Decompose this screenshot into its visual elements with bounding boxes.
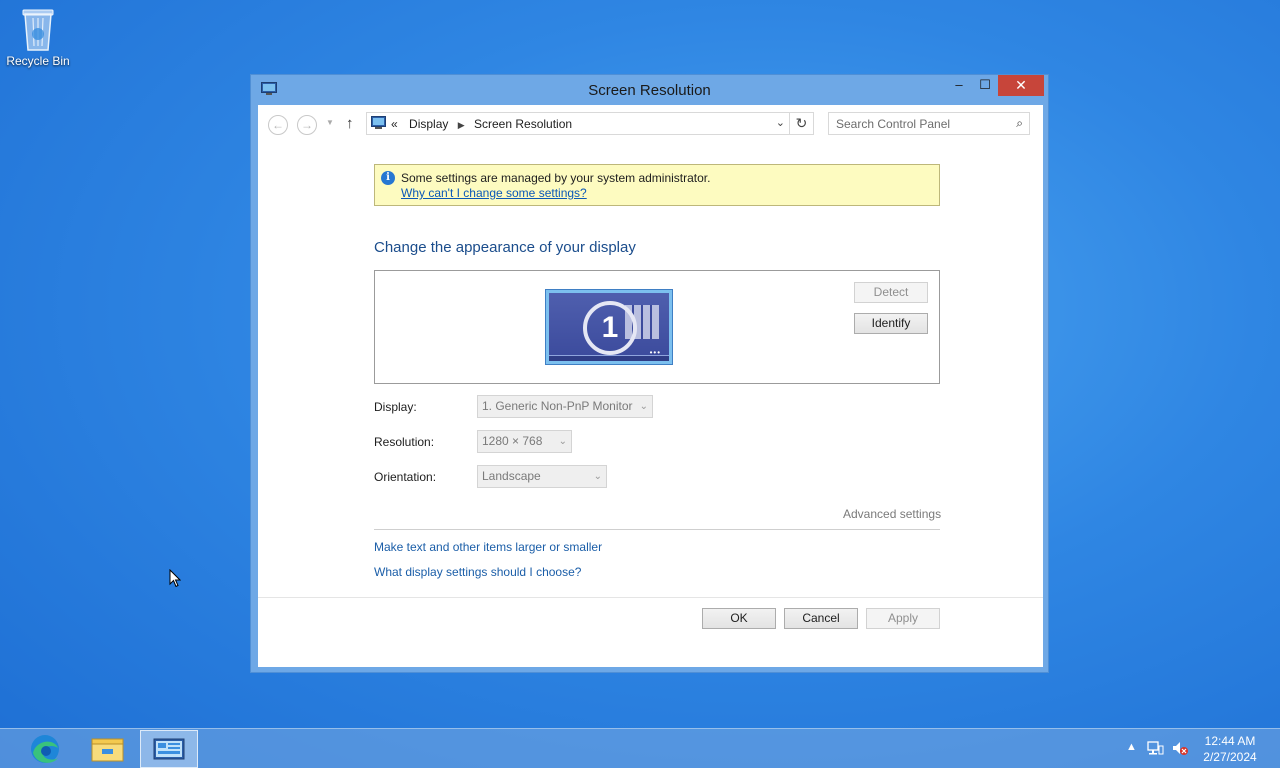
- resolution-value: 1280 × 768: [482, 434, 543, 448]
- search-input[interactable]: [829, 113, 999, 134]
- chevron-down-icon: ⌄: [639, 401, 648, 412]
- monitor-screen: 1 •••: [549, 293, 669, 361]
- volume-muted-icon[interactable]: [1171, 740, 1189, 759]
- orientation-label: Orientation:: [374, 470, 437, 484]
- ok-button[interactable]: OK: [702, 608, 776, 629]
- why-cant-change-link[interactable]: Why can't I change some settings?: [401, 186, 587, 200]
- page-heading: Change the appearance of your display: [374, 239, 636, 256]
- mouse-cursor-icon: [169, 568, 182, 588]
- taskbar-clock[interactable]: 12:44 AM 2/27/2024: [1200, 733, 1260, 765]
- resolution-select[interactable]: 1280 × 768 ⌄: [477, 430, 572, 453]
- info-message: Some settings are managed by your system…: [401, 171, 711, 185]
- search-box[interactable]: ⌕: [828, 112, 1030, 135]
- resolution-label: Resolution:: [374, 435, 435, 449]
- chevron-down-icon: ⌄: [593, 471, 602, 482]
- address-dropdown-icon[interactable]: ⌄: [776, 116, 785, 129]
- breadcrumb-item-screen-resolution[interactable]: Screen Resolution: [474, 117, 572, 131]
- file-explorer-icon: [78, 738, 136, 768]
- monitor-arrangement-area: 1 ••• Detect Identify: [374, 270, 940, 384]
- maximize-button[interactable]: ☐: [972, 75, 998, 96]
- footer-divider: [258, 597, 1043, 598]
- screen-resolution-window: Screen Resolution – ☐ ✕ ← → ▼ ↑ « Displa…: [250, 74, 1049, 673]
- info-icon: i: [381, 171, 395, 185]
- cancel-button[interactable]: Cancel: [784, 608, 858, 629]
- divider: [374, 529, 940, 530]
- control-panel-taskbar-button[interactable]: [140, 730, 198, 768]
- text-size-link[interactable]: Make text and other items larger or smal…: [374, 540, 602, 554]
- network-icon[interactable]: [1146, 740, 1164, 759]
- control-panel-icon: [371, 116, 386, 130]
- monitor-1-tile[interactable]: 1 •••: [545, 289, 673, 365]
- monitor-dots: •••: [649, 348, 661, 357]
- breadcrumb-item-display[interactable]: Display: [409, 117, 448, 131]
- display-value: 1. Generic Non-PnP Monitor: [482, 399, 633, 413]
- clock-time: 12:44 AM: [1204, 734, 1256, 748]
- window-client: ← → ▼ ↑ « Display ▶ Screen Resolution ⌄ …: [258, 105, 1043, 667]
- file-explorer-taskbar-button[interactable]: [78, 730, 136, 768]
- edge-taskbar-button[interactable]: [16, 730, 74, 768]
- breadcrumb-overflow[interactable]: «: [391, 117, 398, 131]
- monitor-number: 1: [583, 301, 637, 355]
- recycle-bin-icon: [19, 6, 57, 52]
- display-label: Display:: [374, 400, 417, 414]
- minimize-button[interactable]: –: [946, 75, 972, 96]
- recycle-bin-label: Recycle Bin: [6, 54, 70, 68]
- back-button[interactable]: ←: [268, 115, 288, 135]
- admin-info-bar: i Some settings are managed by your syst…: [374, 164, 940, 206]
- breadcrumb: « Display ▶ Screen Resolution: [391, 117, 572, 131]
- refresh-button[interactable]: ↻: [790, 112, 814, 135]
- close-button[interactable]: ✕: [998, 75, 1044, 96]
- forward-button[interactable]: →: [297, 115, 317, 135]
- advanced-settings-link[interactable]: Advanced settings: [843, 507, 941, 521]
- window-title: Screen Resolution: [588, 82, 711, 99]
- chevron-down-icon: ⌄: [558, 436, 567, 447]
- display-select[interactable]: 1. Generic Non-PnP Monitor ⌄: [477, 395, 653, 418]
- title-bar[interactable]: Screen Resolution – ☐ ✕: [251, 75, 1048, 105]
- identify-button[interactable]: Identify: [854, 313, 928, 334]
- control-panel-icon: [141, 738, 197, 768]
- recycle-bin[interactable]: Recycle Bin: [6, 6, 70, 76]
- display-help-link[interactable]: What display settings should I choose?: [374, 565, 581, 579]
- taskbar: ▲ 12:44 AM 2/27/2024: [0, 728, 1280, 768]
- recent-locations-dropdown[interactable]: ▼: [326, 118, 334, 127]
- orientation-select[interactable]: Landscape ⌄: [477, 465, 607, 488]
- apply-button[interactable]: Apply: [866, 608, 940, 629]
- up-button[interactable]: ↑: [346, 115, 354, 132]
- orientation-value: Landscape: [482, 469, 541, 483]
- detect-button[interactable]: Detect: [854, 282, 928, 303]
- search-icon[interactable]: ⌕: [1016, 116, 1023, 131]
- navigation-bar: ← → ▼ ↑ « Display ▶ Screen Resolution ⌄ …: [258, 105, 1043, 141]
- address-bar[interactable]: « Display ▶ Screen Resolution ⌄: [366, 112, 790, 135]
- edge-icon: [16, 735, 74, 768]
- show-hidden-icons-chevron[interactable]: ▲: [1126, 741, 1137, 753]
- breadcrumb-separator[interactable]: ▶: [458, 120, 465, 130]
- clock-date: 2/27/2024: [1203, 750, 1257, 764]
